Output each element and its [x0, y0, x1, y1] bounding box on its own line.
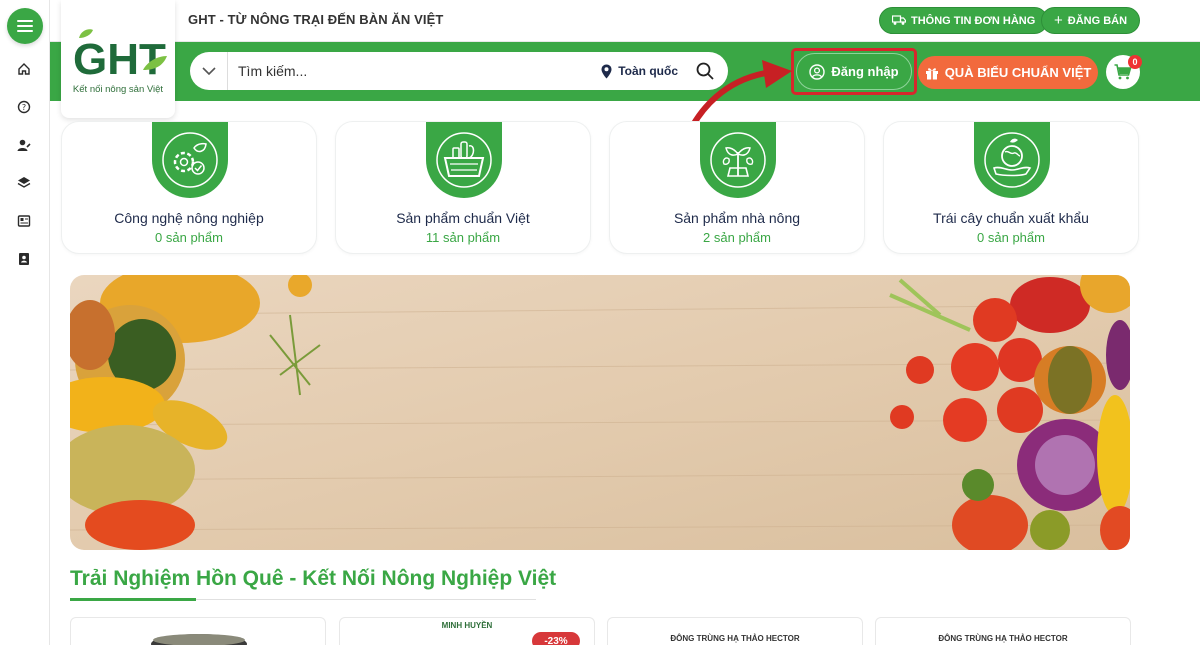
- ght-logo-icon: GHT: [73, 29, 167, 78]
- login-button[interactable]: Đăng nhập: [796, 53, 912, 90]
- post-product-button[interactable]: + ĐĂNG BÁN: [1041, 7, 1141, 34]
- truck-icon: [892, 15, 906, 25]
- search-input[interactable]: [228, 63, 602, 79]
- location-label: Toàn quốc: [618, 64, 678, 78]
- hamburger-icon: [17, 20, 33, 32]
- category-card[interactable]: Công nghệ nông nghiệp 0 sản phẩm: [61, 121, 317, 254]
- contact-book-icon[interactable]: [15, 250, 33, 268]
- svg-text:?: ?: [22, 103, 26, 112]
- product-card[interactable]: [70, 617, 326, 645]
- layers-icon[interactable]: [15, 174, 33, 192]
- cart-count-badge: 0: [1128, 55, 1142, 69]
- category-count: 11 sản phẩm: [425, 230, 501, 245]
- menu-toggle-button[interactable]: [7, 8, 43, 44]
- left-rail: ?: [0, 0, 50, 645]
- category-card[interactable]: Trái cây chuẩn xuất khẩu 0 sản phẩm: [883, 121, 1139, 254]
- page: ? GHT - TỪ NÔNG TRẠI ĐẾN BÀN ĂN VIỆT THÔ…: [0, 0, 1200, 645]
- hero-banner-image[interactable]: [70, 275, 1130, 550]
- product-card[interactable]: ĐÔNG TRÙNG HẠ THẢO HECTOR: [875, 617, 1131, 645]
- user-circle-icon: [809, 63, 826, 80]
- search-bar: Toàn quốc: [190, 52, 728, 90]
- login-label: Đăng nhập: [831, 64, 899, 79]
- product-image: [151, 634, 247, 645]
- chevron-down-icon: [201, 67, 216, 75]
- gift-icon: [925, 67, 938, 79]
- map-pin-icon: [601, 64, 612, 78]
- product-card[interactable]: ĐÔNG TRÙNG HẠ THẢO HECTOR: [607, 617, 863, 645]
- category-name: Sản phẩm nhà nông: [673, 210, 801, 226]
- section-title: Trải Nghiệm Hồn Quê - Kết Nối Nông Nghiệ…: [70, 567, 557, 590]
- category-name: Trái cây chuẩn xuất khẩu: [933, 210, 1089, 226]
- plus-icon: +: [1054, 12, 1063, 29]
- section-divider: [196, 599, 536, 600]
- gift-label: QUÀ BIẾU CHUẨN VIỆT: [944, 65, 1092, 80]
- location-selector[interactable]: Toàn quốc: [601, 64, 688, 79]
- product-title: ĐÔNG TRÙNG HẠ THẢO HECTOR: [938, 634, 1068, 643]
- site-logo[interactable]: GHT Kết nối nông sản Việt: [61, 0, 175, 118]
- gear-leaf-icon: [152, 122, 228, 198]
- category-count: 0 sản phẩm: [155, 230, 223, 245]
- category-card[interactable]: Sản phẩm nhà nông 2 sản phẩm: [609, 121, 865, 254]
- home-icon[interactable]: [15, 60, 33, 78]
- help-icon[interactable]: ?: [15, 98, 33, 116]
- basket-icon: [426, 122, 502, 198]
- order-info-button[interactable]: THÔNG TIN ĐƠN HÀNG: [879, 7, 1049, 34]
- category-count: 0 sản phẩm: [977, 230, 1045, 245]
- site-tagline: GHT - TỪ NÔNG TRẠI ĐẾN BÀN ĂN VIỆT: [188, 12, 444, 27]
- news-icon[interactable]: [15, 212, 33, 230]
- section-underline: [70, 598, 196, 601]
- svg-text:GHT: GHT: [73, 35, 166, 78]
- gift-button[interactable]: QUÀ BIẾU CHUẨN VIỆT: [918, 56, 1098, 89]
- globe-hand-icon: [974, 122, 1050, 198]
- category-dropdown[interactable]: [190, 52, 228, 90]
- user-edit-icon[interactable]: [15, 136, 33, 154]
- category-name: Công nghệ nông nghiệp: [114, 210, 264, 226]
- logo-subtitle: Kết nối nông sản Việt: [72, 84, 164, 95]
- category-count: 2 sản phẩm: [703, 230, 771, 245]
- order-info-label: THÔNG TIN ĐƠN HÀNG: [911, 14, 1036, 27]
- category-card[interactable]: Sản phẩm chuẩn Việt 11 sản phẩm: [335, 121, 591, 254]
- plant-icon: [700, 122, 776, 198]
- category-name: Sản phẩm chuẩn Việt: [396, 210, 530, 226]
- product-title: ĐÔNG TRÙNG HẠ THẢO HECTOR: [670, 634, 800, 643]
- discount-badge: -23%: [532, 632, 580, 645]
- post-label: ĐĂNG BÁN: [1067, 14, 1128, 27]
